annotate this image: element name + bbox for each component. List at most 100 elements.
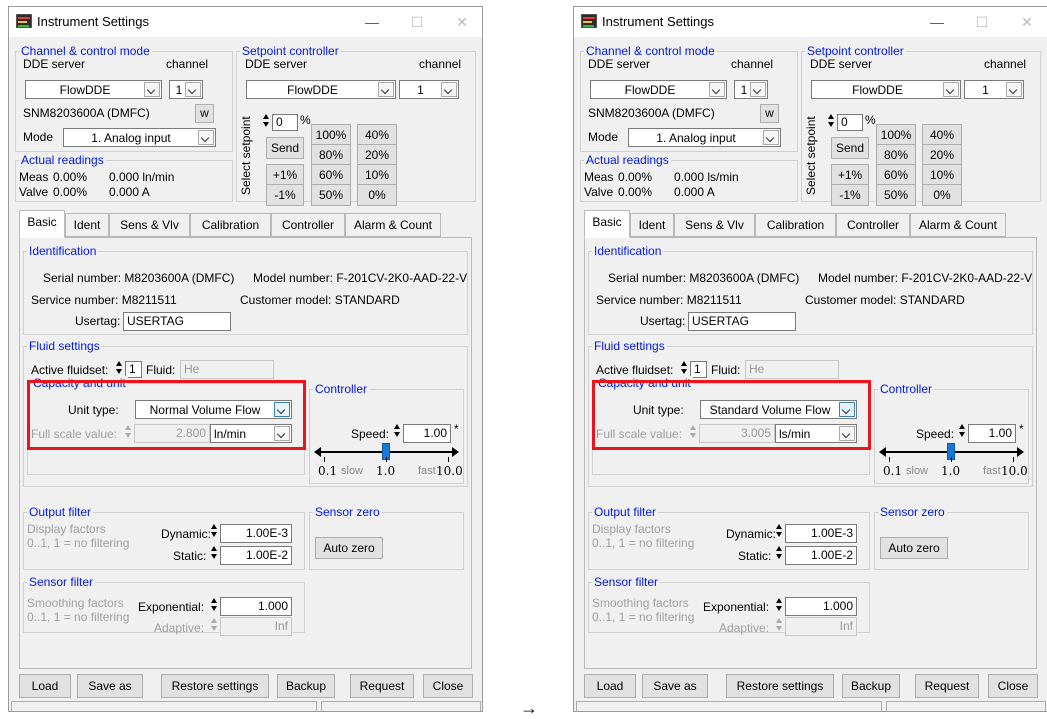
fluidset-spinner[interactable] [680,360,688,376]
tab-basic[interactable]: Basic [19,210,65,238]
slider-min-value: 0.1 [883,464,903,478]
exponential-input[interactable]: 1.000 [220,597,292,616]
speed-spinner[interactable] [393,423,401,439]
sp-dde-server-dropdown[interactable]: FlowDDE [811,80,961,99]
select-setpoint-label: Select setpoint [239,116,253,195]
w-button[interactable]: w [195,104,214,123]
setpoint-50-button[interactable]: 50% [311,184,351,206]
auto-zero-button[interactable]: Auto zero [315,537,383,559]
tab-ident[interactable]: Ident [630,213,674,237]
maximize-button[interactable]: ☐ [397,7,437,37]
restore-settings-button[interactable]: Restore settings [161,674,269,698]
channel-dropdown[interactable]: 1 [169,80,203,99]
dynamic-spinner[interactable] [210,523,218,539]
setpoint-input[interactable]: 0 [272,114,298,131]
close-window-button[interactable]: ✕ [1007,7,1047,37]
close-button[interactable]: Close [988,674,1038,698]
setpoint-10-button[interactable]: 10% [357,164,397,186]
setpoint-0-button[interactable]: 0% [357,184,397,206]
setpoint-80-button[interactable]: 80% [311,144,351,166]
minimize-button[interactable]: — [917,7,957,37]
sp-channel-dropdown[interactable]: 1 [964,80,1024,99]
setpoint-0-button[interactable]: 0% [922,184,962,206]
close-button[interactable]: Close [423,674,473,698]
speed-slider[interactable]: 0.1 slow 1.0 fast 10.0 [879,441,1028,481]
tab-alarm-count[interactable]: Alarm & Count [345,213,441,237]
usertag-input[interactable]: USERTAG [688,312,796,331]
usertag-input[interactable]: USERTAG [123,312,231,331]
channel-dropdown[interactable]: 1 [734,80,768,99]
load-button[interactable]: Load [584,674,636,698]
exponential-spinner[interactable] [775,597,783,613]
setpoint-minus1-button[interactable]: -1% [266,184,304,206]
tab-controller[interactable]: Controller [271,213,345,237]
backup-button[interactable]: Backup [277,674,335,698]
exponential-spinner[interactable] [210,597,218,613]
setpoint-plus1-button[interactable]: +1% [831,164,869,186]
static-spinner[interactable] [210,545,218,561]
mode-dropdown[interactable]: 1. Analog input [628,128,781,147]
setpoint-input[interactable]: 0 [837,114,863,131]
window-title: Instrument Settings [37,14,149,29]
send-button[interactable]: Send [831,137,869,159]
setpoint-50-button[interactable]: 50% [876,184,916,206]
static-input[interactable]: 1.00E-2 [785,546,857,565]
dynamic-input[interactable]: 1.00E-3 [785,524,857,543]
backup-button[interactable]: Backup [842,674,900,698]
channel-label: channel [731,57,774,71]
setpoint-spinner[interactable] [262,113,270,129]
exponential-input[interactable]: 1.000 [785,597,857,616]
tab-sens-vlv[interactable]: Sens & Vlv [109,213,190,237]
setpoint-80-button[interactable]: 80% [876,144,916,166]
request-button[interactable]: Request [915,674,979,698]
speed-slider[interactable]: 0.1 slow 1.0 fast 10.0 [314,441,463,481]
setpoint-60-button[interactable]: 60% [311,164,351,186]
sp-dde-server-dropdown[interactable]: FlowDDE [246,80,396,99]
valve-label: Valve [19,185,49,199]
send-button[interactable]: Send [266,137,304,159]
dde-server-dropdown[interactable]: FlowDDE [25,80,162,99]
setpoint-20-button[interactable]: 20% [922,144,962,166]
dde-server-dropdown[interactable]: FlowDDE [590,80,727,99]
channel-value: 1 [740,83,748,97]
save-as-button[interactable]: Save as [642,674,708,698]
speed-spinner[interactable] [958,423,966,439]
close-window-button[interactable]: ✕ [442,7,482,37]
chevron-down-icon [144,82,160,97]
save-as-button[interactable]: Save as [77,674,143,698]
request-button[interactable]: Request [350,674,414,698]
setpoint-40-button[interactable]: 40% [357,124,397,146]
static-input[interactable]: 1.00E-2 [220,546,292,565]
sp-channel-dropdown[interactable]: 1 [399,80,459,99]
w-button[interactable]: w [760,104,779,123]
tab-sens-vlv[interactable]: Sens & Vlv [674,213,755,237]
setpoint-40-button[interactable]: 40% [922,124,962,146]
tab-controller[interactable]: Controller [836,213,910,237]
minimize-button[interactable]: — [352,7,392,37]
setpoint-60-button[interactable]: 60% [876,164,916,186]
setpoint-20-button[interactable]: 20% [357,144,397,166]
tab-calibration[interactable]: Calibration [190,213,271,237]
chevron-down-icon [198,130,214,145]
setpoint-spinner[interactable] [827,113,835,129]
setpoint-plus1-button[interactable]: +1% [266,164,304,186]
dynamic-input[interactable]: 1.00E-3 [220,524,292,543]
tab-calibration[interactable]: Calibration [755,213,836,237]
load-button[interactable]: Load [19,674,71,698]
setpoint-10-button[interactable]: 10% [922,164,962,186]
maximize-button[interactable]: ☐ [962,7,1002,37]
setpoint-100-button[interactable]: 100% [876,124,916,146]
usertag-label: Usertag: [640,314,686,328]
mode-dropdown[interactable]: 1. Analog input [63,128,216,147]
dynamic-spinner[interactable] [775,523,783,539]
setpoint-minus1-button[interactable]: -1% [831,184,869,206]
fluidset-spinner[interactable] [115,360,123,376]
auto-zero-button[interactable]: Auto zero [880,537,948,559]
tab-alarm-count[interactable]: Alarm & Count [910,213,1006,237]
tab-ident[interactable]: Ident [65,213,109,237]
slider-tick [386,457,387,462]
tab-basic[interactable]: Basic [584,210,630,238]
restore-settings-button[interactable]: Restore settings [726,674,834,698]
setpoint-100-button[interactable]: 100% [311,124,351,146]
static-spinner[interactable] [775,545,783,561]
